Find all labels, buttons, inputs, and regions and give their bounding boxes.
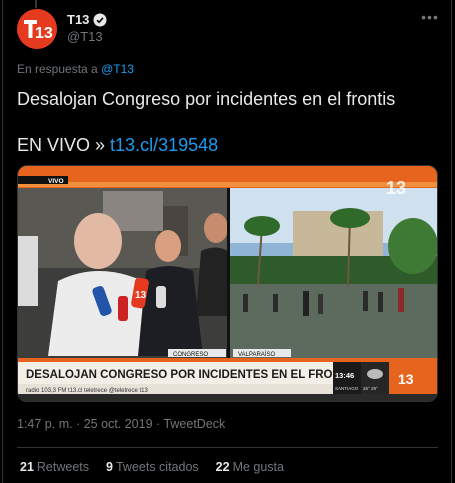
name-row: T13 [67, 12, 107, 27]
avatar-text: 13 [35, 25, 53, 42]
headline-text: DESALOJAN CONGRESO POR INCIDENTES EN EL … [26, 369, 359, 381]
display-name[interactable]: T13 [67, 12, 89, 27]
stat-count: 22 [215, 460, 230, 474]
media-image[interactable]: VIVO 13 CONGRESO VALPARAÍSO 13 DESALOJAN… [17, 165, 438, 402]
divider [17, 447, 438, 448]
author-handle[interactable]: @T13 [67, 29, 103, 44]
stat-count: 21 [20, 460, 34, 474]
tweet-link[interactable]: t13.cl/319548 [110, 135, 218, 155]
city-text: SANTIAGO [335, 386, 359, 391]
live-prefix: EN VIVO » [17, 135, 106, 155]
reply-handle-link[interactable]: @T13 [101, 62, 134, 76]
t13-logo-icon: 13 [17, 9, 57, 49]
stat-label: Tweets citados [115, 460, 199, 474]
stat-likes[interactable]: 22 Me gusta [216, 460, 284, 474]
reply-to-line: En respuesta a @T13 [17, 62, 134, 76]
avatar[interactable]: 13 [17, 9, 57, 49]
tweet-line-1: Desalojan Congreso por incidentes en el … [17, 89, 396, 109]
live-badge: VIVO [48, 178, 64, 185]
tweet-time[interactable]: 1:47 p. m. [17, 417, 73, 431]
ticker-text: radio 103,3 FM t13.cl teletrece @teletre… [26, 388, 148, 394]
mic-logo-text: 13 [135, 290, 147, 301]
separator: · [76, 417, 81, 431]
engagement-stats: 21 Retweets 9 Tweets citados 22 Me gusta [20, 460, 284, 474]
stat-retweets[interactable]: 21 Retweets [20, 460, 89, 474]
tweet-line-2: EN VIVO » t13.cl/319548 [17, 134, 437, 156]
reply-prefix: En respuesta a [17, 62, 98, 76]
separator: · [156, 417, 161, 431]
tweet-timestamp: 1:47 p. m. · 25 oct. 2019 · TweetDeck [17, 417, 225, 431]
more-options-icon[interactable]: ••• [420, 10, 440, 26]
stat-quote-tweets[interactable]: 9 Tweets citados [106, 460, 199, 474]
stat-label: Me gusta [232, 460, 284, 474]
tweet-date[interactable]: 25 oct. 2019 [84, 417, 153, 431]
thread-line [35, 0, 37, 8]
weather-cloud-icon [367, 369, 383, 379]
label-right: VALPARAÍSO [238, 351, 275, 358]
corner-logo-text: 13 [398, 371, 414, 387]
stat-count: 9 [106, 460, 113, 474]
tweet-text: Desalojan Congreso por incidentes en el … [17, 88, 437, 156]
clock-text: 13:46 [335, 371, 354, 380]
verified-badge-icon [93, 13, 107, 26]
label-left: CONGRESO [173, 352, 208, 358]
temps-text: 26° 29° [363, 386, 378, 391]
stat-label: Retweets [36, 460, 90, 474]
channel-logo-text: 13 [386, 178, 406, 198]
broadcast-screenshot: VIVO 13 CONGRESO VALPARAÍSO 13 DESALOJAN… [18, 166, 437, 401]
tweet-source[interactable]: TweetDeck [163, 417, 225, 431]
